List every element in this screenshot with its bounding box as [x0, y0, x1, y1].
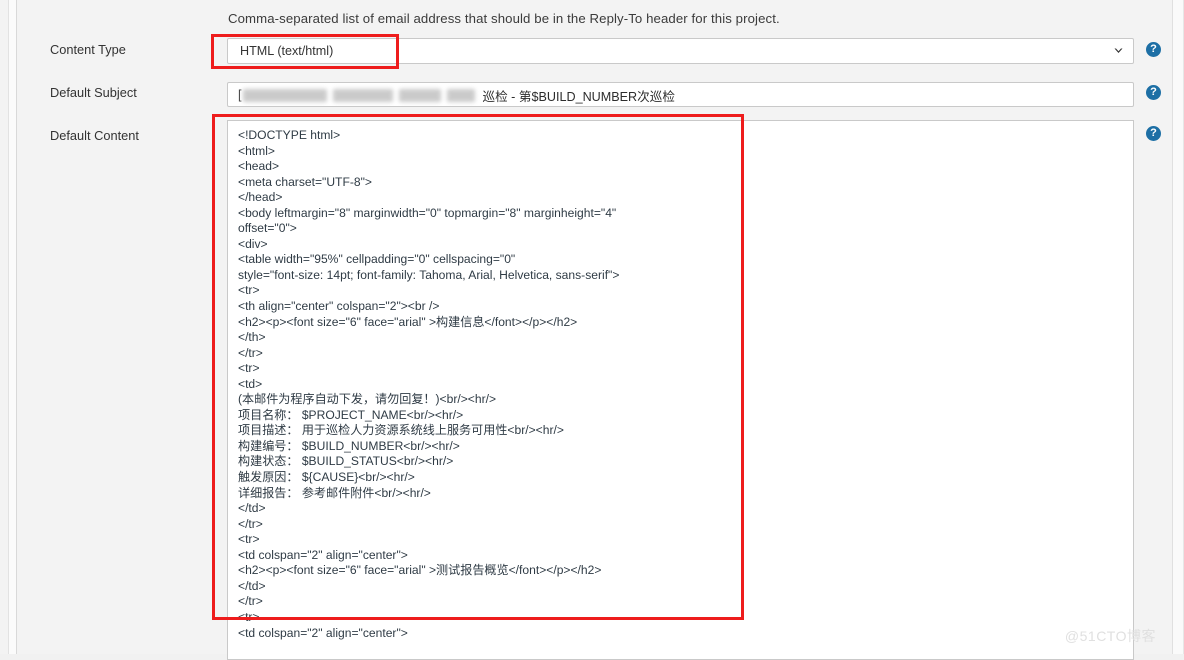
default-content-textarea[interactable]: <!DOCTYPE html> <html> <head> <meta charset… [227, 120, 1134, 660]
code-line: </td> [238, 501, 266, 516]
page-frame: Comma-separated list of email address th… [0, 0, 1184, 660]
redacted-block [242, 88, 327, 102]
left-gutter-edge-outer [8, 0, 9, 654]
default-content-label: Default Content [50, 128, 139, 143]
content-type-selected-value: HTML (text/html) [240, 44, 334, 58]
code-line: <tr> [238, 361, 260, 376]
code-line: <h2><p><font size="6" face="arial" >测试报告… [238, 563, 602, 578]
code-line: <td colspan="2" align="center"> [238, 625, 408, 640]
code-line: <tr> [238, 532, 260, 547]
default-subject-input[interactable]: [ 巡检 - 第$BUILD_NUMBER次巡检 [227, 82, 1134, 107]
watermark: @51CTO博客 [1064, 628, 1156, 644]
redacted-block [332, 88, 393, 102]
content-type-select[interactable]: HTML (text/html) [227, 38, 1134, 64]
code-line: <table width="95%" cellpadding="0" cells… [238, 252, 516, 267]
code-line: offset="0"> [238, 221, 297, 236]
code-line: <body leftmargin="8" marginwidth="0" top… [238, 205, 617, 220]
code-line: <html> [238, 143, 275, 158]
code-line: </tr> [238, 594, 263, 609]
code-line: <td colspan="2" align="center"> [238, 547, 408, 562]
default-content-code: <!DOCTYPE html> <html> <head> <meta charset… [238, 128, 1128, 657]
code-line: (本邮件为程序自动下发，请勿回复！)<br/><hr/> [238, 392, 497, 407]
code-line: 详细报告： 参考邮件附件<br/><hr/> [238, 485, 431, 500]
redacted-block [446, 88, 475, 102]
left-gutter [9, 0, 16, 654]
code-line: <div> [238, 236, 268, 251]
code-line: 项目描述： 用于巡检人力资源系统线上服务可用性<br/><hr/> [238, 423, 564, 438]
code-line: <h2><p><font size="6" face="arial" >构建信息… [238, 314, 578, 329]
right-gutter-edge-inner [1172, 0, 1173, 654]
code-line: 触发原因： ${CAUSE}<br/><hr/> [238, 470, 415, 485]
code-line: 构建编号： $BUILD_NUMBER<br/><hr/> [238, 438, 460, 453]
code-line: <head> [238, 159, 280, 174]
code-line: <meta charset="UTF-8"> [238, 174, 372, 189]
default-content-help-icon[interactable]: ? [1146, 126, 1161, 141]
default-subject-lead-char: [ [238, 88, 242, 102]
chevron-down-icon [1114, 48, 1123, 54]
code-line: 项目名称： $PROJECT_NAME<br/><hr/> [238, 407, 464, 422]
reply-to-description: Comma-separated list of email address th… [228, 11, 780, 26]
default-subject-value: [ 巡检 - 第$BUILD_NUMBER次巡检 [238, 87, 675, 104]
code-line: <tr> [238, 283, 260, 298]
code-line: <tr> [238, 609, 260, 624]
default-subject-visible-text: 巡检 - 第$BUILD_NUMBER次巡检 [482, 89, 675, 104]
code-line: <th align="center" colspan="2"><br /> [238, 299, 440, 314]
code-line: <td> [238, 376, 263, 391]
code-line: </td> [238, 578, 266, 593]
code-line: </tr> [238, 345, 263, 360]
default-subject-label: Default Subject [50, 85, 137, 100]
code-line: </tr> [238, 516, 263, 531]
code-line: </head> [238, 190, 283, 205]
content-type-help-icon[interactable]: ? [1146, 42, 1161, 57]
code-line: <!DOCTYPE html> [238, 128, 341, 142]
code-line: </th> [238, 330, 266, 345]
default-subject-help-icon[interactable]: ? [1146, 85, 1161, 100]
code-line: style="font-size: 14pt; font-family: Tah… [238, 267, 620, 282]
redacted-block [398, 88, 441, 102]
content-type-label: Content Type [50, 42, 126, 57]
code-line: 构建状态： $BUILD_STATUS<br/><hr/> [238, 454, 454, 469]
